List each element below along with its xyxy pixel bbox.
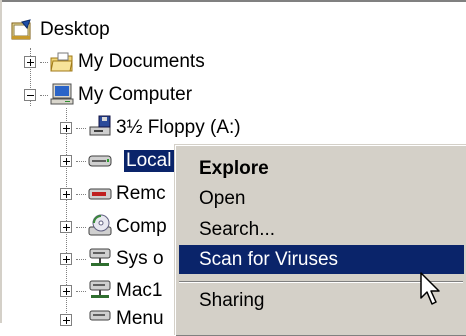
tree-line xyxy=(76,128,86,129)
cd-drive-icon xyxy=(88,214,112,236)
network-drive-icon xyxy=(88,278,112,300)
menu-item-explore[interactable]: Explore xyxy=(179,154,464,183)
mouse-pointer-icon xyxy=(420,272,440,305)
expand-plus-icon[interactable] xyxy=(60,155,72,167)
my-computer-icon xyxy=(50,83,74,105)
context-menu: Explore Open Search... Scan for Viruses … xyxy=(175,145,466,336)
tree-line xyxy=(76,194,86,195)
network-drive-icon xyxy=(88,246,112,268)
tree-line xyxy=(76,259,86,260)
tree-node-label: Mac1 xyxy=(116,280,163,301)
expand-plus-icon[interactable] xyxy=(60,285,72,297)
expand-plus-icon[interactable] xyxy=(60,221,72,233)
tree-line xyxy=(76,291,86,292)
menu-item-search[interactable]: Search... xyxy=(179,215,464,244)
tree-node-label: My Computer xyxy=(78,84,193,105)
floppy-drive-icon xyxy=(88,115,112,137)
tree-node-label: Comp xyxy=(116,216,167,237)
expand-plus-icon[interactable] xyxy=(60,188,72,200)
tree-node-label: 3½ Floppy (A:) xyxy=(116,117,241,138)
expand-plus-icon[interactable] xyxy=(60,253,72,265)
expand-plus-icon[interactable] xyxy=(60,314,72,326)
tree-node-label: Remc xyxy=(116,183,166,204)
window-border-left xyxy=(0,0,2,323)
tree-line xyxy=(76,161,86,162)
tree-line xyxy=(76,227,86,228)
network-drive-icon xyxy=(88,308,112,330)
tree-node-label: Desktop xyxy=(40,19,110,40)
collapse-minus-icon[interactable] xyxy=(24,89,36,101)
tree-node-label: Sys o xyxy=(116,248,164,269)
hard-drive-icon xyxy=(88,150,112,172)
menu-item-open[interactable]: Open xyxy=(179,184,464,213)
desktop-icon xyxy=(10,19,34,41)
window-border-top xyxy=(0,0,466,2)
menu-item-scan-for-viruses[interactable]: Scan for Viruses xyxy=(179,245,464,274)
tree-node-label: My Documents xyxy=(78,51,205,72)
tree-line xyxy=(40,95,48,96)
folder-documents-icon xyxy=(50,51,74,73)
tree-line xyxy=(40,62,48,63)
expand-plus-icon[interactable] xyxy=(24,56,36,68)
removable-drive-icon xyxy=(88,183,112,205)
tree-node-label: Menu xyxy=(116,308,164,329)
expand-plus-icon[interactable] xyxy=(60,122,72,134)
